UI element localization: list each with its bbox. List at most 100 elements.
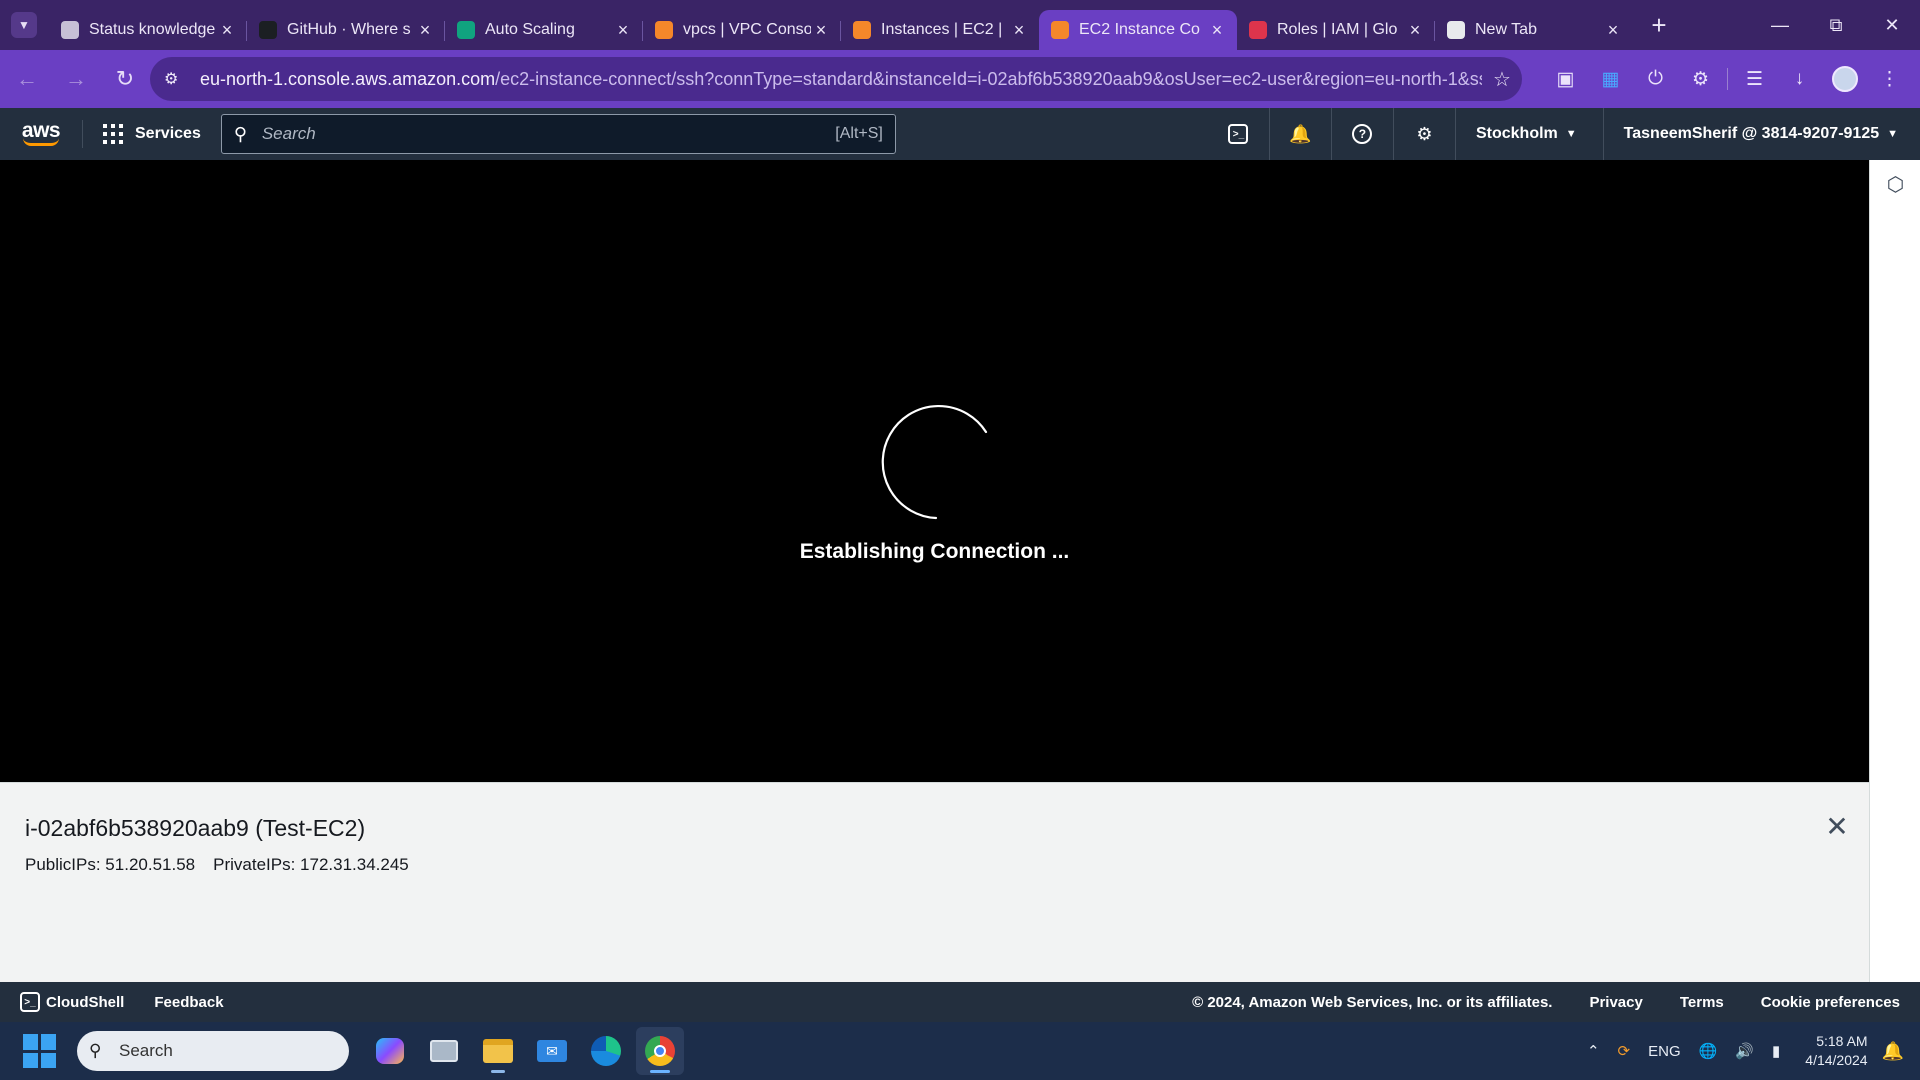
browser-tab[interactable]: Instances | EC2 | × xyxy=(840,10,1039,50)
language-indicator[interactable]: ENG xyxy=(1648,1043,1681,1060)
browser-tab[interactable]: GitHub · Where s × xyxy=(246,10,445,50)
url-text[interactable]: eu-north-1.console.aws.amazon.com/ec2-in… xyxy=(200,69,1482,90)
account-menu[interactable]: TasneemSherif @ 3814-9207-9125 ▼ xyxy=(1604,108,1920,160)
help-button[interactable]: ? xyxy=(1332,108,1394,160)
reload-button[interactable]: ↻ xyxy=(103,57,147,101)
notification-bell-icon[interactable]: 🔔 xyxy=(1882,1041,1904,1062)
cloudshell-button[interactable]: >_ xyxy=(1208,108,1270,160)
copilot-app[interactable] xyxy=(366,1027,414,1075)
chrome-icon xyxy=(1447,21,1465,39)
close-icon: ✕ xyxy=(1884,14,1900,35)
profile-avatar[interactable] xyxy=(1822,59,1867,99)
browser-tab[interactable]: Roles | IAM | Glo × xyxy=(1237,10,1435,50)
loading-spinner-icon xyxy=(881,404,988,520)
settings-button[interactable]: ⚙ xyxy=(1394,108,1456,160)
cookie-preferences-link[interactable]: Cookie preferences xyxy=(1761,994,1900,1011)
network-icon[interactable]: 🌐 xyxy=(1699,1042,1718,1060)
aws-footer: >_ CloudShell Feedback © 2024, Amazon We… xyxy=(0,982,1920,1022)
terms-link[interactable]: Terms xyxy=(1680,994,1724,1011)
battery-icon[interactable]: ▮ xyxy=(1772,1042,1780,1060)
caret-down-icon: ▼ xyxy=(1887,128,1898,140)
close-tab-icon[interactable]: × xyxy=(613,20,633,41)
close-tab-icon[interactable]: × xyxy=(217,20,237,41)
chevron-up-icon[interactable]: ⌃ xyxy=(1587,1042,1600,1060)
footer-cloudshell-button[interactable]: >_ CloudShell xyxy=(20,992,124,1012)
aws-smile-icon xyxy=(23,138,59,146)
window-controls: — ⧉ ✕ xyxy=(1752,0,1920,50)
chevron-down-icon: ▼ xyxy=(18,18,30,32)
new-tab-button[interactable]: + xyxy=(1641,7,1677,43)
aws-header-actions: >_ 🔔 ? ⚙ Stockholm ▼ TasneemSherif @ 381… xyxy=(1208,108,1920,160)
clock[interactable]: 5:18 AM 4/14/2024 xyxy=(1805,1032,1867,1070)
connection-status-text: Establishing Connection ... xyxy=(799,540,1070,563)
browser-tab[interactable]: EC2 Instance Co × xyxy=(1039,10,1237,50)
tab-label: Auto Scaling xyxy=(485,21,575,38)
edge-icon xyxy=(591,1036,621,1066)
tab-label: GitHub · Where s xyxy=(287,21,411,38)
close-panel-button[interactable]: ✕ xyxy=(1821,811,1853,843)
download-icon[interactable]: ↓ xyxy=(1777,59,1822,99)
close-tab-icon[interactable]: × xyxy=(415,20,435,41)
aws-search-input[interactable]: ⚲ Search [Alt+S] xyxy=(220,114,896,154)
forward-button[interactable]: → xyxy=(54,57,98,101)
browser-tab[interactable]: vpcs | VPC Conso × xyxy=(642,10,841,50)
aws-ec2-icon xyxy=(853,21,871,39)
picture-in-picture-icon[interactable]: ▣ xyxy=(1543,59,1588,99)
aws-console-header: aws Services ⚲ Search [Alt+S] >_ 🔔 ? ⚙ S… xyxy=(0,108,1920,160)
edge-app[interactable] xyxy=(582,1027,630,1075)
minimize-button[interactable]: — xyxy=(1752,0,1808,50)
task-view-icon xyxy=(430,1040,458,1062)
file-explorer-app[interactable] xyxy=(474,1027,522,1075)
media-controls-icon[interactable]: ☰ xyxy=(1732,59,1777,99)
address-bar[interactable]: ⚙ eu-north-1.console.aws.amazon.com/ec2-… xyxy=(150,57,1522,101)
tab-list: Status knowledge × GitHub · Where s × Auto S… xyxy=(49,0,1633,50)
feedback-link[interactable]: Feedback xyxy=(154,994,223,1011)
taskbar-apps: ✉ xyxy=(363,1027,687,1075)
back-button[interactable]: ← xyxy=(5,57,49,101)
task-view-app[interactable] xyxy=(420,1027,468,1075)
close-tab-icon[interactable]: × xyxy=(1405,20,1425,41)
tab-label: vpcs | VPC Conso xyxy=(683,21,811,38)
bookmark-star-icon[interactable]: ☆ xyxy=(1482,67,1522,92)
services-menu-button[interactable]: Services xyxy=(83,108,221,160)
browser-tab[interactable]: Status knowledge × xyxy=(49,10,247,50)
taskbar-search-placeholder: Search xyxy=(119,1041,173,1060)
restore-icon: ⧉ xyxy=(1829,14,1843,35)
panel-toggle-button[interactable]: ⬡ xyxy=(1870,160,1920,208)
volume-icon[interactable]: 🔊 xyxy=(1735,1042,1754,1060)
start-button[interactable] xyxy=(23,1034,57,1068)
browser-tab[interactable]: Auto Scaling × xyxy=(444,10,643,50)
taskbar-search-input[interactable]: ⚲ Search xyxy=(77,1031,349,1071)
privacy-link[interactable]: Privacy xyxy=(1589,994,1642,1011)
close-tab-icon[interactable]: × xyxy=(1207,20,1227,41)
screenshot-extension-icon[interactable]: ▦ xyxy=(1588,59,1633,99)
close-tab-icon[interactable]: × xyxy=(811,20,831,41)
close-tab-icon[interactable]: × xyxy=(1009,20,1029,41)
url-host: eu-north-1.console.aws.amazon.com xyxy=(200,68,496,89)
tab-search-button[interactable]: ▼ xyxy=(11,12,37,38)
sync-icon[interactable]: ⟳ xyxy=(1618,1042,1631,1060)
power-extension-icon[interactable]: ⏻ xyxy=(1633,59,1678,99)
cloudshell-icon: >_ xyxy=(1228,124,1249,144)
mail-app[interactable]: ✉ xyxy=(528,1027,576,1075)
region-selector[interactable]: Stockholm ▼ xyxy=(1456,108,1604,160)
system-tray: ⌃ ⟳ ENG 🌐 🔊 ▮ 5:18 AM 4/14/2024 🔔 xyxy=(1578,1022,1920,1080)
instance-details-panel: i-02abf6b538920aab9 (Test-EC2) PublicIPs… xyxy=(0,782,1869,982)
close-window-button[interactable]: ✕ xyxy=(1864,0,1920,50)
aws-logo[interactable]: aws xyxy=(0,108,82,160)
restore-button[interactable]: ⧉ xyxy=(1808,0,1864,50)
chrome-app[interactable] xyxy=(636,1027,684,1075)
browser-tab[interactable]: New Tab × xyxy=(1434,10,1633,50)
chatgpt-icon xyxy=(457,21,475,39)
browser-menu-icon[interactable]: ⋮ xyxy=(1867,59,1912,99)
extensions-puzzle-icon[interactable]: ⚙ xyxy=(1678,59,1723,99)
close-tab-icon[interactable]: × xyxy=(1603,20,1623,41)
terminal-area[interactable]: Establishing Connection ... xyxy=(0,160,1869,782)
tab-label: EC2 Instance Co xyxy=(1079,21,1200,38)
running-indicator xyxy=(650,1070,670,1073)
aws-iam-icon xyxy=(1249,21,1267,39)
notifications-button[interactable]: 🔔 xyxy=(1270,108,1332,160)
right-side-rail: ⬡ xyxy=(1869,160,1920,982)
instance-title: i-02abf6b538920aab9 (Test-EC2) xyxy=(25,815,366,841)
site-info-icon[interactable]: ⚙ xyxy=(164,69,190,89)
